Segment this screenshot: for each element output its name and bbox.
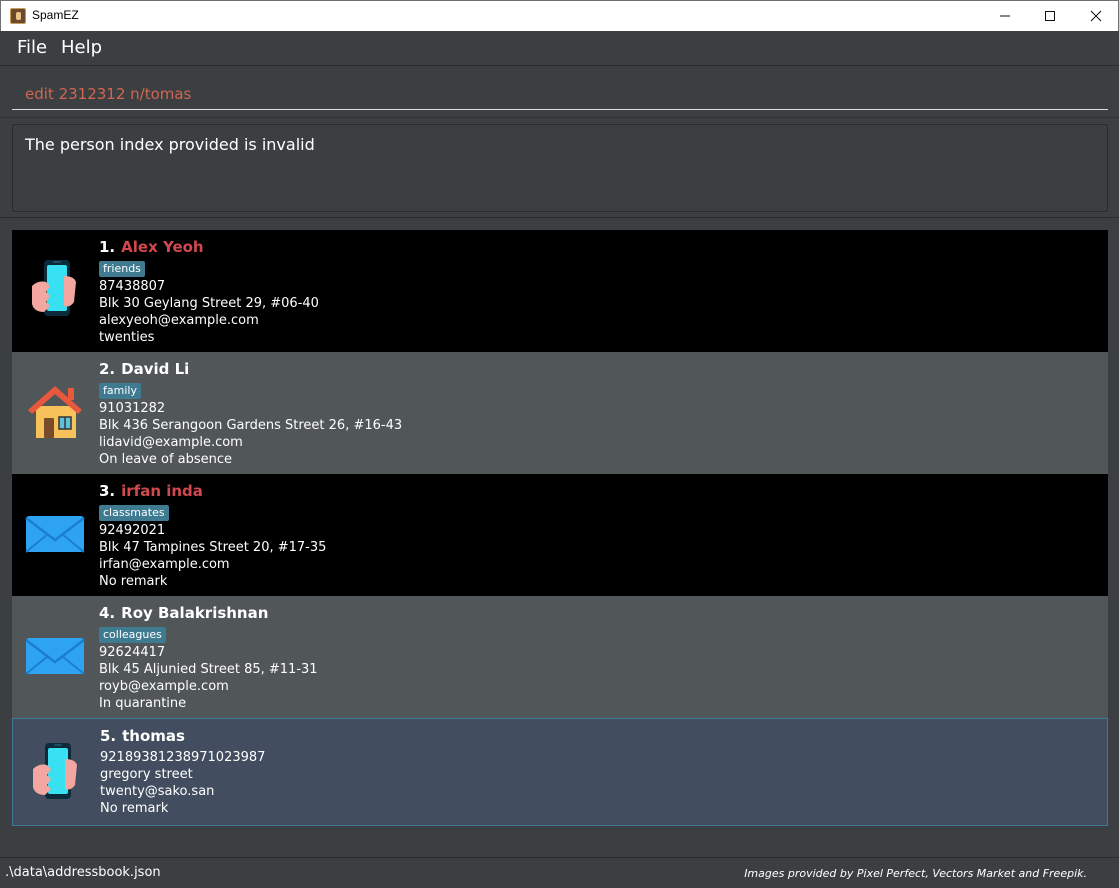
person-address: Blk 30 Geylang Street 29, #06-40 — [99, 296, 319, 311]
command-input[interactable] — [12, 78, 1108, 110]
person-card[interactable]: 5. thomas 92189381238971023987 gregory st… — [12, 718, 1108, 826]
status-bar: .\data\addressbook.json Images provided … — [0, 857, 1119, 888]
person-index: 5. — [100, 727, 117, 745]
menu-file[interactable]: File — [17, 37, 47, 58]
person-remark: No remark — [99, 574, 168, 589]
person-email: royb@example.com — [99, 679, 229, 694]
person-card[interactable]: 2. David Li family 91031282 Blk 436 Seran… — [12, 352, 1108, 474]
phone-hand-icon — [32, 260, 76, 316]
minimize-button[interactable] — [982, 1, 1028, 31]
person-email: irfan@example.com — [99, 557, 230, 572]
person-name: irfan inda — [121, 482, 203, 500]
person-card[interactable]: 1. Alex Yeoh friends 87438807 Blk 30 Geyl… — [12, 230, 1108, 352]
person-remark: On leave of absence — [99, 452, 233, 467]
person-index: 2. — [99, 360, 116, 378]
close-icon — [1090, 10, 1102, 22]
person-list-panel: 1. Alex Yeoh friends 87438807 Blk 30 Geyl… — [0, 219, 1119, 856]
person-phone: 87438807 — [99, 279, 166, 294]
menu-bar: File Help — [0, 31, 1119, 66]
person-remark: twenties — [99, 330, 155, 345]
person-address: Blk 45 Aljunied Street 85, #11-31 — [99, 662, 318, 677]
save-location: .\data\addressbook.json — [5, 865, 161, 880]
person-card[interactable]: 4. Roy Balakrishnan colleagues 92624417 B… — [12, 596, 1108, 718]
window-titlebar: SpamEZ — [0, 0, 1119, 31]
person-name: thomas — [122, 727, 185, 745]
person-phone: 91031282 — [99, 401, 166, 416]
person-index: 4. — [99, 604, 116, 622]
person-phone: 92492021 — [99, 523, 166, 538]
command-box — [0, 66, 1119, 118]
person-email: twenty@sako.san — [100, 784, 215, 799]
image-credits: Images provided by Pixel Perfect, Vector… — [744, 867, 1087, 880]
person-tag: friends — [99, 261, 145, 277]
envelope-icon — [25, 516, 85, 553]
person-tag: colleagues — [99, 627, 166, 643]
person-address: gregory street — [100, 767, 193, 782]
person-address: Blk 436 Serangoon Gardens Street 26, #16… — [99, 418, 403, 433]
result-display-container: The person index provided is invalid — [0, 118, 1119, 218]
person-phone: 92189381238971023987 — [100, 750, 266, 765]
close-button[interactable] — [1073, 1, 1119, 31]
envelope-icon — [25, 638, 85, 675]
person-remark: In quarantine — [99, 696, 187, 711]
person-email: alexyeoh@example.com — [99, 313, 259, 328]
person-name: David Li — [121, 360, 190, 378]
person-tag: classmates — [99, 505, 169, 521]
menu-help[interactable]: Help — [61, 37, 102, 58]
person-card[interactable]: 3. irfan inda classmates 92492021 Blk 47 … — [12, 474, 1108, 596]
person-tag: family — [99, 383, 141, 399]
person-remark: No remark — [100, 801, 169, 816]
result-display: The person index provided is invalid — [12, 124, 1108, 212]
person-name: Alex Yeoh — [121, 238, 204, 256]
minimize-icon — [1000, 15, 1010, 17]
window-title: SpamEZ — [32, 8, 79, 22]
maximize-button[interactable] — [1027, 1, 1073, 31]
house-icon — [28, 386, 82, 438]
person-phone: 92624417 — [99, 645, 166, 660]
maximize-icon — [1045, 11, 1055, 21]
person-index: 3. — [99, 482, 116, 500]
app-icon — [10, 8, 26, 24]
person-email: lidavid@example.com — [99, 435, 243, 450]
person-name: Roy Balakrishnan — [121, 604, 269, 622]
person-index: 1. — [99, 238, 116, 256]
person-address: Blk 47 Tampines Street 20, #17-35 — [99, 540, 327, 555]
phone-hand-icon — [33, 743, 77, 799]
person-list[interactable]: 1. Alex Yeoh friends 87438807 Blk 30 Geyl… — [12, 230, 1108, 826]
